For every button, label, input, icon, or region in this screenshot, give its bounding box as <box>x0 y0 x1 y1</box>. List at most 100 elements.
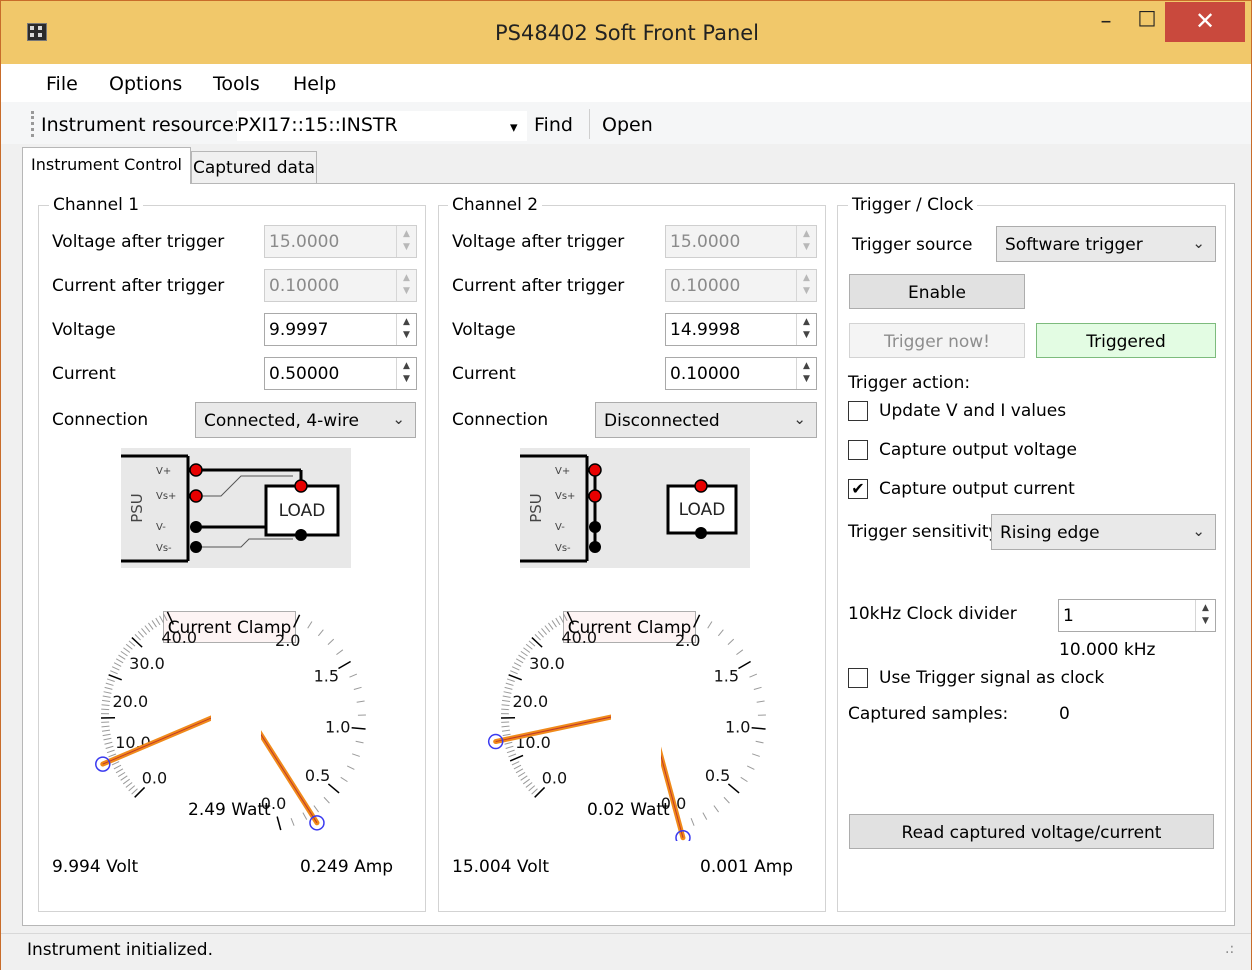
gauge-tick-label: 30.0 <box>529 654 565 673</box>
ch1-amp-readout: 0.249 Amp <box>300 857 394 877</box>
gauge-tick <box>534 634 541 641</box>
ch1-current-input[interactable]: 0.50000 ▲ ▼ <box>264 357 417 390</box>
ch1-pin-vplus: V+ <box>156 466 171 477</box>
open-button[interactable]: Open <box>602 114 653 136</box>
gauge-tick <box>102 733 111 737</box>
gauge-tick <box>137 631 144 638</box>
ch1-voltage-after-trigger-input: 15.0000 ▲ ▼ <box>264 225 417 258</box>
spin-down-icon: ▼ <box>803 374 810 384</box>
resource-combo[interactable]: PXI17::15::INSTR <box>237 111 527 141</box>
gauge-tick <box>353 686 362 690</box>
gauge-tick <box>555 617 561 626</box>
gauge-tick-label: 40.0 <box>561 628 597 647</box>
gauge-tick <box>276 816 282 831</box>
capture-voltage-label[interactable]: Capture output voltage <box>879 440 1077 460</box>
menu-help[interactable]: Help <box>293 73 336 95</box>
trigger-source-select[interactable]: Software trigger ⌄ <box>996 226 1216 262</box>
toolbar-grip[interactable] <box>31 111 34 137</box>
gauge-tick <box>134 634 141 641</box>
checkmark-icon: ✔ <box>851 479 865 498</box>
spin-down-icon: ▼ <box>803 330 810 340</box>
gauge-tick <box>534 786 546 798</box>
gauge-tick <box>723 796 730 804</box>
ch2-connection-label: Connection <box>452 410 549 430</box>
ch1-vat-spinner: ▲ ▼ <box>396 226 416 257</box>
find-button[interactable]: Find <box>534 114 573 136</box>
update-vi-checkbox[interactable] <box>848 401 868 421</box>
trigger-sensitivity-select[interactable]: Rising edge ⌄ <box>991 514 1216 550</box>
ch2-current-input[interactable]: 0.10000 ▲ ▼ <box>665 357 817 390</box>
ch2-connection-value: Disconnected <box>604 411 720 431</box>
spin-down-icon: ▼ <box>803 242 810 252</box>
menu-file[interactable]: File <box>46 73 78 95</box>
ch2-pin-vplus: V+ <box>555 466 570 477</box>
gauge-tick <box>503 691 512 694</box>
resource-label: Instrument resource: <box>41 114 241 136</box>
dropdown-arrow-icon[interactable]: ▾ <box>510 118 518 136</box>
ch1-connection-select[interactable]: Connected, 4-wire ⌄ <box>195 402 416 438</box>
ch2-current-after-trigger-label: Current after trigger <box>452 276 625 296</box>
gauge-tick-label: 0.0 <box>542 769 567 788</box>
menu-options[interactable]: Options <box>109 73 182 95</box>
ch2-voltage-spinner[interactable]: ▲ ▼ <box>796 314 816 345</box>
ch2-voltage-input[interactable]: 14.9998 ▲ ▼ <box>665 313 817 346</box>
ch1-voltage-spinner[interactable]: ▲ ▼ <box>396 314 416 345</box>
app-window: PS48402 Soft Front Panel – □ ✕ File Opti… <box>0 0 1252 970</box>
gauge-tick-label: 1.0 <box>725 718 750 737</box>
update-vi-label[interactable]: Update V and I values <box>879 401 1066 421</box>
gauge-tick <box>518 654 526 660</box>
close-button[interactable]: ✕ <box>1165 2 1245 42</box>
use-trigger-clock-label[interactable]: Use Trigger signal as clock <box>879 668 1104 688</box>
spin-down-icon: ▼ <box>403 286 410 296</box>
gauge-tick <box>101 729 111 732</box>
trigger-source-value: Software trigger <box>1005 235 1143 255</box>
use-trigger-clock-checkbox[interactable] <box>848 668 868 688</box>
gauge-tick <box>520 650 528 657</box>
tab-captured-data[interactable]: Captured data <box>191 151 317 183</box>
gauge-tick <box>293 614 301 628</box>
gauge-tick <box>101 725 110 728</box>
ch2-pin-vminus: V- <box>555 522 565 533</box>
gauge-tick <box>505 682 514 686</box>
gauge-tick <box>502 695 511 698</box>
spin-down-icon: ▼ <box>1202 616 1209 626</box>
ch2-current-spinner[interactable]: ▲ ▼ <box>796 358 816 389</box>
gauge-tick <box>111 666 120 671</box>
gauge-tick <box>751 727 766 730</box>
maximize-button[interactable]: □ <box>1129 5 1165 37</box>
gauge-tick <box>313 805 319 813</box>
capture-current-checkbox[interactable]: ✔ <box>848 479 868 499</box>
ch2-voltage-gauge: 0.010.020.030.040.0 <box>487 611 611 798</box>
gauge-tick <box>113 662 122 667</box>
menu-tools[interactable]: Tools <box>213 73 260 95</box>
capture-voltage-checkbox[interactable] <box>848 440 868 460</box>
ch1-voltage-gauge: 0.010.020.030.040.0 <box>95 611 211 798</box>
ch2-connection-select[interactable]: Disconnected ⌄ <box>595 402 817 438</box>
minimize-button[interactable]: – <box>1086 9 1126 41</box>
gauge-tick <box>123 647 131 653</box>
ch1-voltage-input[interactable]: 9.9997 ▲ ▼ <box>264 313 417 346</box>
ch1-current-spinner[interactable]: ▲ ▼ <box>396 358 416 389</box>
ch1-pin-vminus: V- <box>156 522 166 533</box>
clock-divider-input[interactable]: 1 ▲ ▼ <box>1058 599 1216 632</box>
gauge-tick <box>104 741 113 745</box>
clock-divider-spinner[interactable]: ▲ ▼ <box>1195 600 1215 631</box>
gauge-tick-label: 0.5 <box>705 766 730 785</box>
size-grip-icon[interactable]: .: <box>1225 941 1234 957</box>
gauge-tick <box>355 740 364 744</box>
gauge-tick <box>117 771 126 778</box>
tab-instrument-control[interactable]: Instrument Control <box>22 147 191 184</box>
spin-down-icon: ▼ <box>803 286 810 296</box>
ch2-wiring-diagram: V+ Vs+ V- Vs- PSU LOAD <box>520 448 750 568</box>
gauge-tick-label: 1.5 <box>714 667 739 686</box>
captured-samples-value: 0 <box>1059 704 1070 724</box>
ch2-current-after-trigger-value: 0.10000 <box>670 276 741 296</box>
spin-up-icon: ▲ <box>803 317 810 327</box>
gauge-tick <box>290 818 295 826</box>
capture-current-label[interactable]: Capture output current <box>879 479 1075 499</box>
ch1-current-label: Current <box>52 364 116 384</box>
read-captured-button[interactable]: Read captured voltage/current <box>849 814 1214 849</box>
enable-button[interactable]: Enable <box>849 274 1025 309</box>
gauge-tick <box>501 729 511 732</box>
gauge-tick-label: 20.0 <box>513 692 549 711</box>
